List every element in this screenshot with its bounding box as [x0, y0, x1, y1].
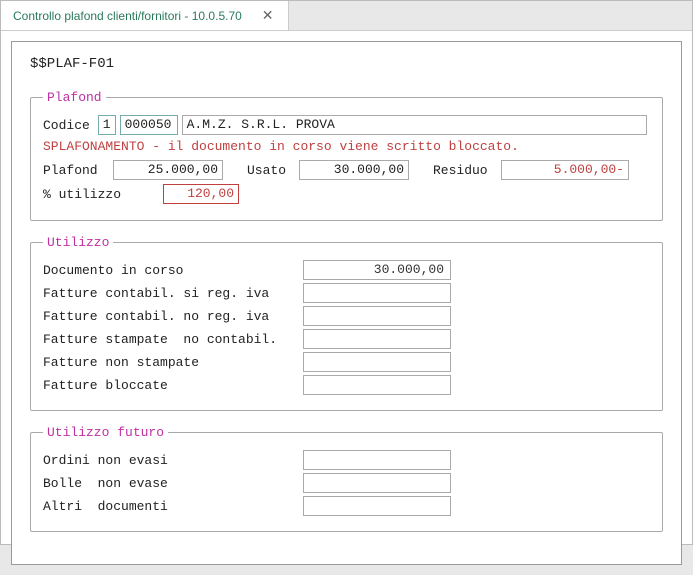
list-item-label: Fatture bloccate: [43, 378, 303, 393]
table-row: Fatture contabil. no reg. iva: [43, 306, 650, 326]
label-usato: Usato: [247, 163, 299, 178]
table-row: Documento in corso 30.000,00: [43, 260, 650, 280]
list-item-label: Ordini non evasi: [43, 453, 303, 468]
field-usato[interactable]: 30.000,00: [299, 160, 409, 180]
group-plafond: Plafond Codice 1 000050 A.M.Z. S.R.L. PR…: [30, 90, 663, 221]
input-codice-num[interactable]: 000050: [120, 115, 178, 135]
tab-bar: Controllo plafond clienti/fornitori - 10…: [1, 1, 692, 31]
table-row: Altri documenti: [43, 496, 650, 516]
list-item-value[interactable]: [303, 329, 451, 349]
row-pct: % utilizzo 120,00: [43, 184, 650, 204]
list-item-value[interactable]: [303, 496, 451, 516]
group-futuro: Utilizzo futuro Ordini non evasi Bolle n…: [30, 425, 663, 532]
table-row: Fatture bloccate: [43, 375, 650, 395]
table-row: Bolle non evase: [43, 473, 650, 493]
table-row: Ordini non evasi: [43, 450, 650, 470]
content: $$PLAF-F01 Plafond Codice 1 000050 A.M.Z…: [11, 41, 682, 565]
input-codice-name[interactable]: A.M.Z. S.R.L. PROVA: [182, 115, 647, 135]
field-plafond[interactable]: 25.000,00: [113, 160, 223, 180]
list-item-value[interactable]: [303, 352, 451, 372]
close-icon[interactable]: ✕: [260, 7, 276, 24]
table-row: Fatture contabil. si reg. iva: [43, 283, 650, 303]
form-id: $$PLAF-F01: [30, 56, 663, 72]
row-plafond-vals: Plafond 25.000,00 Usato 30.000,00 Residu…: [43, 160, 650, 180]
legend-utilizzo: Utilizzo: [43, 235, 113, 250]
tab-plafond[interactable]: Controllo plafond clienti/fornitori - 10…: [1, 1, 289, 30]
list-item-label: Fatture non stampate: [43, 355, 303, 370]
field-pct[interactable]: 120,00: [163, 184, 239, 204]
list-item-value[interactable]: [303, 375, 451, 395]
list-item-label: Fatture contabil. si reg. iva: [43, 286, 303, 301]
list-item-label: Documento in corso: [43, 263, 303, 278]
legend-futuro: Utilizzo futuro: [43, 425, 168, 440]
legend-plafond: Plafond: [43, 90, 106, 105]
field-residuo[interactable]: 5.000,00-: [501, 160, 629, 180]
input-codice-type[interactable]: 1: [98, 115, 116, 135]
label-pct: % utilizzo: [43, 187, 163, 202]
list-item-value[interactable]: [303, 450, 451, 470]
group-utilizzo: Utilizzo Documento in corso 30.000,00 Fa…: [30, 235, 663, 411]
list-item-label: Altri documenti: [43, 499, 303, 514]
warning-text: SPLAFONAMENTO - il documento in corso vi…: [43, 139, 650, 154]
list-item-label: Fatture contabil. no reg. iva: [43, 309, 303, 324]
list-item-value[interactable]: [303, 473, 451, 493]
app-window: Controllo plafond clienti/fornitori - 10…: [0, 0, 693, 545]
table-row: Fatture stampate no contabil.: [43, 329, 650, 349]
list-item-label: Bolle non evase: [43, 476, 303, 491]
row-codice: Codice 1 000050 A.M.Z. S.R.L. PROVA: [43, 115, 650, 135]
table-row: Fatture non stampate: [43, 352, 650, 372]
label-plafond: Plafond: [43, 163, 113, 178]
label-codice: Codice: [43, 118, 98, 133]
list-item-value[interactable]: 30.000,00: [303, 260, 451, 280]
content-wrap: $$PLAF-F01 Plafond Codice 1 000050 A.M.Z…: [1, 31, 692, 575]
list-item-value[interactable]: [303, 306, 451, 326]
list-item-label: Fatture stampate no contabil.: [43, 332, 303, 347]
label-residuo: Residuo: [433, 163, 501, 178]
tab-title: Controllo plafond clienti/fornitori - 10…: [13, 9, 242, 23]
list-item-value[interactable]: [303, 283, 451, 303]
